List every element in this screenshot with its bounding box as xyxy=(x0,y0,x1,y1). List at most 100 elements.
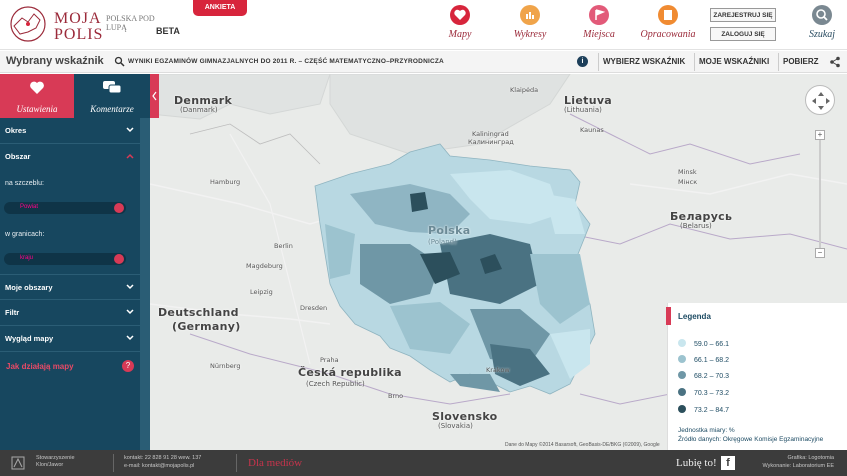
tab-komentarze[interactable]: Komentarze xyxy=(75,74,149,118)
register-button[interactable]: ZAREJESTRUJ SIĘ xyxy=(710,8,776,22)
map-label-germany-native: (Germany) xyxy=(172,320,241,333)
heart-map-icon xyxy=(450,5,470,25)
for-media-link[interactable]: Dla mediów xyxy=(248,457,302,469)
legend-source: Źródło danych: Okręgowe Komisje Egzamina… xyxy=(678,436,824,443)
section-okres-label: Okres xyxy=(5,126,27,135)
section-okres[interactable]: Okres xyxy=(0,118,140,144)
map-city-kaliningrad-cyr: Калининград xyxy=(468,138,514,146)
footer-separator xyxy=(113,454,114,472)
legend-item-label: 73.2 – 84.7 xyxy=(694,407,730,414)
bounds-value: kraju xyxy=(20,255,34,261)
legend-title: Legenda xyxy=(678,312,711,321)
section-obszar[interactable]: Obszar xyxy=(0,144,140,170)
legend-item: 68.2 – 70.3 xyxy=(678,371,729,380)
zoom-in-button[interactable]: + xyxy=(815,130,825,140)
pan-control[interactable] xyxy=(805,85,835,115)
zoom-slider-track[interactable] xyxy=(819,132,821,256)
help-icon[interactable]: ? xyxy=(122,360,134,372)
nav-mapy[interactable]: Mapy xyxy=(428,5,492,45)
footer-org[interactable]: Stowarzyszenie Klon/Jawor xyxy=(36,455,75,469)
bounds-label: w granicach: xyxy=(5,231,45,238)
map-label-lithuania-native: (Lithuania) xyxy=(564,106,602,114)
map-city-minsk: Minsk xyxy=(678,168,697,176)
tab-ustawienia[interactable]: Ustawienia xyxy=(0,74,74,118)
selected-indicator-title: Wybrany wskaźnik xyxy=(6,55,104,67)
klon-jawor-logo-icon[interactable] xyxy=(10,455,26,471)
legend-item: 70.3 – 73.2 xyxy=(678,388,729,397)
legend-item: 66.1 – 68.2 xyxy=(678,355,729,364)
map-label-denmark-native: (Danmark) xyxy=(180,106,218,114)
footer-credits-graphics: Grafika: Logotomia xyxy=(787,455,834,461)
nav-opracowania-label: Opracowania xyxy=(640,29,696,40)
nav-wykresy[interactable]: Wykresy xyxy=(498,5,562,45)
collapse-sidebar-tab[interactable] xyxy=(150,74,159,118)
level-select[interactable]: Powiat xyxy=(4,202,126,214)
map-city-leipzig: Leipzig xyxy=(250,288,273,296)
header: MOJA POLIS POLSKA POD LUPĄ BETA ANKIETA … xyxy=(0,0,847,50)
my-indicators-button[interactable]: MOJE WSKAŹNIKI xyxy=(694,53,773,71)
download-button[interactable]: POBIERZ xyxy=(778,53,823,71)
map-city-magdeburg: Magdeburg xyxy=(246,262,283,270)
login-button[interactable]: ZALOGUJ SIĘ xyxy=(710,27,776,41)
legend-panel: Legenda 59.0 – 66.1 66.1 – 68.2 68.2 – 7… xyxy=(666,303,847,450)
level-label: na szczeblu: xyxy=(5,180,44,187)
info-icon[interactable]: i xyxy=(577,56,588,67)
legend-swatch xyxy=(678,388,686,396)
share-icon[interactable] xyxy=(829,56,841,68)
legend-item-label: 68.2 – 70.3 xyxy=(694,373,730,380)
section-wyglad-mapy[interactable]: Wygląd mapy xyxy=(0,326,140,352)
survey-button[interactable]: ANKIETA xyxy=(193,0,247,16)
indicator-bar: Wybrany wskaźnik WYNIKI EGZAMINÓW GIMNAZ… xyxy=(0,51,847,73)
map-city-praha: Praha xyxy=(320,356,339,364)
map-city-minsk-cyr: Мінск xyxy=(678,178,698,186)
footer-contact-email[interactable]: e-mail: kontakt@mojapolis.pl xyxy=(124,463,194,470)
chevron-down-icon xyxy=(126,309,134,315)
footer-contact-phone: kontakt: 22 828 91 28 wew. 137 xyxy=(124,455,202,461)
map-attribution[interactable]: Dane do Mapy ©2014 Basarsoft, GeoBasis-D… xyxy=(505,442,660,448)
chevron-up-icon xyxy=(126,153,134,159)
like-label[interactable]: Lubię to! xyxy=(676,457,717,469)
legend-swatch xyxy=(678,405,686,413)
section-moje-obszary[interactable]: Moje obszary xyxy=(0,274,140,300)
indicator-name[interactable]: WYNIKI EGZAMINÓW GIMNAZJALNYCH DO 2011 R… xyxy=(128,58,444,65)
legend-swatch xyxy=(678,339,686,347)
choose-indicator-button[interactable]: WYBIERZ WSKAŹNIK xyxy=(598,53,689,71)
facebook-icon[interactable]: f xyxy=(721,456,735,470)
map-label-poland-native: (Poland) xyxy=(428,238,457,246)
map-city-hamburg: Hamburg xyxy=(210,178,241,186)
sidebar-scrollbar[interactable] xyxy=(140,118,150,450)
beta-badge: BETA xyxy=(156,26,180,36)
legend-item-label: 70.3 – 73.2 xyxy=(694,390,730,397)
select-knob-icon xyxy=(114,203,124,213)
map-city-krakow: Krakow xyxy=(486,366,510,374)
pan-arrows-icon xyxy=(812,92,830,110)
nav-wykresy-label: Wykresy xyxy=(513,29,547,40)
section-filtr[interactable]: Filtr xyxy=(0,300,140,326)
map-city-klaipeda: Klaipėda xyxy=(510,86,539,94)
chart-icon xyxy=(520,5,540,25)
bounds-select[interactable]: kraju xyxy=(4,253,126,265)
zoom-out-button[interactable]: − xyxy=(815,248,825,258)
section-filtr-label: Filtr xyxy=(5,308,20,317)
nav-mapy-label: Mapy xyxy=(448,29,472,40)
search-button[interactable]: Szukaj xyxy=(805,5,839,45)
logo[interactable]: MOJA POLIS POLSKA POD LUPĄ BETA xyxy=(6,4,180,46)
section-moje-obszary-label: Moje obszary xyxy=(5,283,53,292)
map-city-berlin: Berlin xyxy=(274,242,293,250)
document-icon xyxy=(658,5,678,25)
how-maps-work-link[interactable]: Jak działają mapy xyxy=(6,362,74,371)
legend-swatch xyxy=(678,371,686,379)
flag-icon xyxy=(589,5,609,25)
select-knob-icon xyxy=(114,254,124,264)
tab-komentarze-label: Komentarze xyxy=(90,104,134,114)
chevron-down-icon xyxy=(126,335,134,341)
legend-item: 59.0 – 66.1 xyxy=(678,339,729,348)
nav-miejsca[interactable]: Miejsca xyxy=(567,5,631,45)
legend-collapse-tab[interactable] xyxy=(666,307,671,325)
map-city-brno: Brno xyxy=(388,392,404,400)
map-label-slovakia-native: (Slovakia) xyxy=(438,422,473,430)
nav-opracowania[interactable]: Opracowania xyxy=(636,5,700,45)
logo-text-polis: POLIS xyxy=(54,26,104,43)
map-label-czech: Česká republika xyxy=(298,366,402,379)
search-icon xyxy=(812,5,832,25)
